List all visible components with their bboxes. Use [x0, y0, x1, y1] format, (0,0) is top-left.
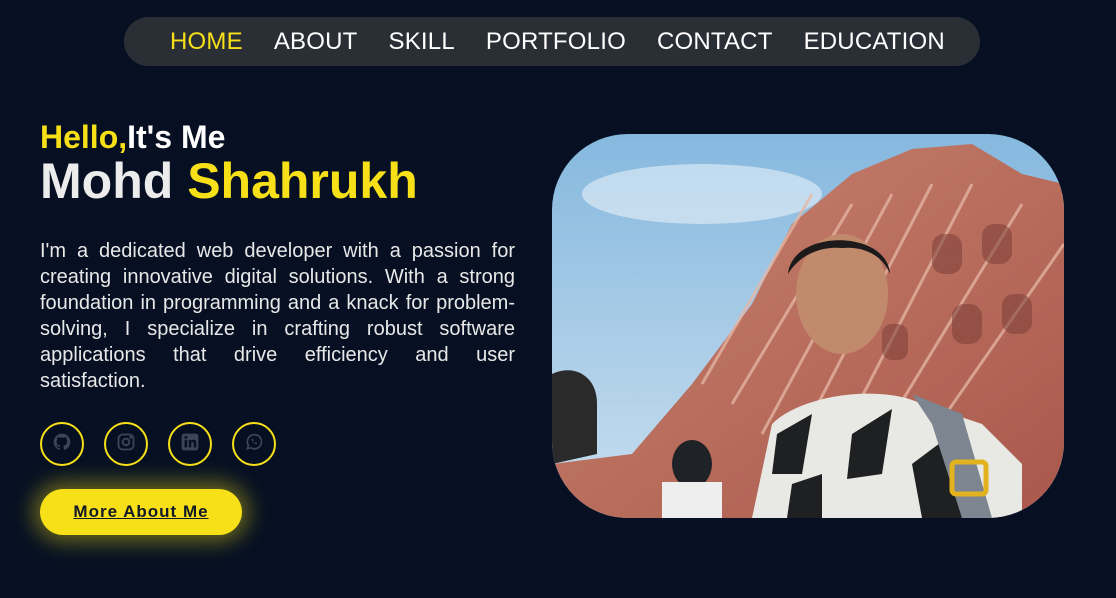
instagram-link[interactable]: [104, 422, 148, 466]
name-last: Shahrukh: [187, 153, 418, 209]
hero-intro: Hello,It's Me Mohd Shahrukh I'm a dedica…: [40, 118, 515, 466]
linkedin-link[interactable]: [168, 422, 212, 466]
profile-photo: [552, 134, 1064, 518]
more-about-me-button[interactable]: More About Me: [40, 489, 242, 535]
greeting-hello: Hello,: [40, 119, 128, 155]
main-nav: HOME ABOUT SKILL PORTFOLIO CONTACT EDUCA…: [124, 17, 980, 66]
nav-item-portfolio[interactable]: PORTFOLIO: [486, 29, 626, 54]
whatsapp-icon: [244, 432, 264, 457]
nav-item-about[interactable]: ABOUT: [274, 29, 358, 54]
github-link[interactable]: [40, 422, 84, 466]
hero-bio: I'm a dedicated web developer with a pas…: [40, 240, 515, 392]
nav-item-skill[interactable]: SKILL: [389, 29, 455, 54]
social-links: [40, 422, 515, 466]
profile-photo-illustration: [552, 134, 1064, 518]
nav-item-home[interactable]: HOME: [170, 29, 243, 54]
whatsapp-link[interactable]: [232, 422, 276, 466]
linkedin-icon: [180, 432, 200, 457]
github-icon: [52, 432, 72, 457]
instagram-icon: [116, 432, 136, 457]
hero-name: Mohd Shahrukh: [40, 152, 515, 210]
nav-item-education[interactable]: EDUCATION: [804, 29, 945, 54]
greeting: Hello,It's Me: [40, 118, 515, 156]
nav-item-contact[interactable]: CONTACT: [657, 29, 773, 54]
name-first: Mohd: [40, 153, 174, 209]
greeting-rest: It's Me: [127, 119, 226, 155]
